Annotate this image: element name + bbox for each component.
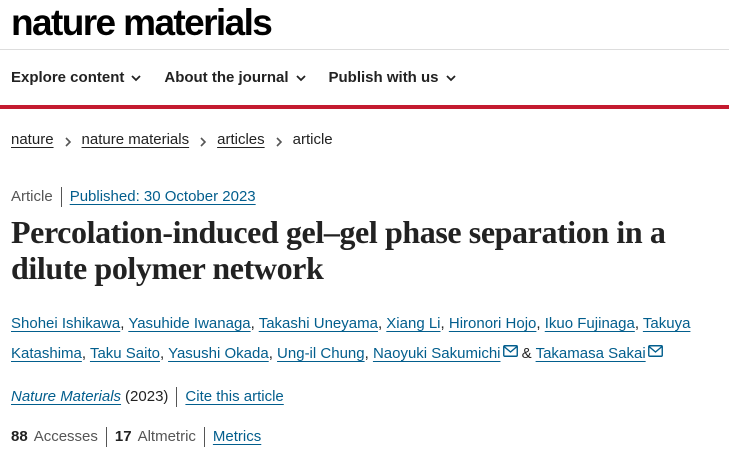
nav-publish-with-us[interactable]: Publish with us xyxy=(329,66,457,90)
chevron-right-icon xyxy=(64,134,72,147)
author-link[interactable]: Yasuhide Iwanaga xyxy=(128,315,250,332)
authors-conjunction: & xyxy=(521,345,532,362)
journal-year: (2023) xyxy=(125,387,178,407)
published-date-link[interactable]: Published: 30 October 2023 xyxy=(70,187,256,207)
altmetric-label: Altmetric xyxy=(137,428,196,445)
author-link[interactable]: Shohei Ishikawa xyxy=(11,315,120,332)
article-metrics: 88 Accesses 17 Altmetric Metrics xyxy=(11,427,261,447)
journal-name-link[interactable]: Nature Materials xyxy=(11,387,121,407)
breadcrumb-articles[interactable]: articles xyxy=(217,130,265,150)
breadcrumb: nature nature materials articles article xyxy=(11,130,333,150)
author-link[interactable]: Taku Saito xyxy=(90,345,160,362)
nav-publish-with-us-label: Publish with us xyxy=(328,69,439,86)
breadcrumb-nature[interactable]: nature xyxy=(11,130,54,150)
author-list: Shohei Ishikawa, Yasuhide Iwanaga, Takas… xyxy=(11,315,691,362)
author-link[interactable]: Xiang Li xyxy=(386,315,440,332)
header-divider xyxy=(0,49,729,50)
article-meta: Article Published: 30 October 2023 xyxy=(11,187,256,207)
author-link[interactable]: Ikuo Fujinaga xyxy=(545,315,635,332)
author-link[interactable]: Naoyuki Sakumichi xyxy=(373,345,501,362)
nav-about-journal[interactable]: About the journal xyxy=(164,66,306,90)
accesses-label: Accesses xyxy=(33,428,98,445)
author-link[interactable]: Ung-il Chung xyxy=(277,345,365,362)
breadcrumb-current: article xyxy=(292,131,333,148)
nav-about-journal-label: About the journal xyxy=(164,69,289,86)
cite-article-link[interactable]: Cite this article xyxy=(185,387,283,407)
altmetric-count: 17 xyxy=(114,428,132,445)
accent-bar xyxy=(0,105,729,109)
journal-info: Nature Materials (2023) Cite this articl… xyxy=(11,387,284,407)
altmetric-block: 17 Altmetric xyxy=(115,427,205,447)
article-title: Percolation-induced gel–gel phase separa… xyxy=(11,214,666,286)
accesses-block: 88 Accesses xyxy=(11,427,107,447)
author-link[interactable]: Hironori Hojo xyxy=(449,315,537,332)
author-link[interactable]: Takamasa Sakai xyxy=(536,345,646,362)
breadcrumb-nature-materials[interactable]: nature materials xyxy=(82,130,190,150)
article-type: Article xyxy=(11,187,62,207)
nav-explore-content[interactable]: Explore content xyxy=(11,66,142,90)
nav-explore-content-label: Explore content xyxy=(11,69,125,86)
chevron-down-icon xyxy=(295,72,307,84)
metrics-link[interactable]: Metrics xyxy=(213,427,261,447)
site-logo[interactable]: nature materials xyxy=(11,0,273,46)
author-link[interactable]: Takashi Uneyama xyxy=(259,315,378,332)
accesses-count: 88 xyxy=(11,428,28,445)
chevron-down-icon xyxy=(445,72,457,84)
chevron-right-icon xyxy=(199,134,207,147)
mail-icon[interactable] xyxy=(502,338,518,357)
mail-icon[interactable] xyxy=(647,338,663,357)
chevron-right-icon xyxy=(275,134,283,147)
chevron-down-icon xyxy=(130,72,142,84)
author-link[interactable]: Yasushi Okada xyxy=(168,345,269,362)
main-nav: Explore content About the journal Publis… xyxy=(11,66,479,90)
